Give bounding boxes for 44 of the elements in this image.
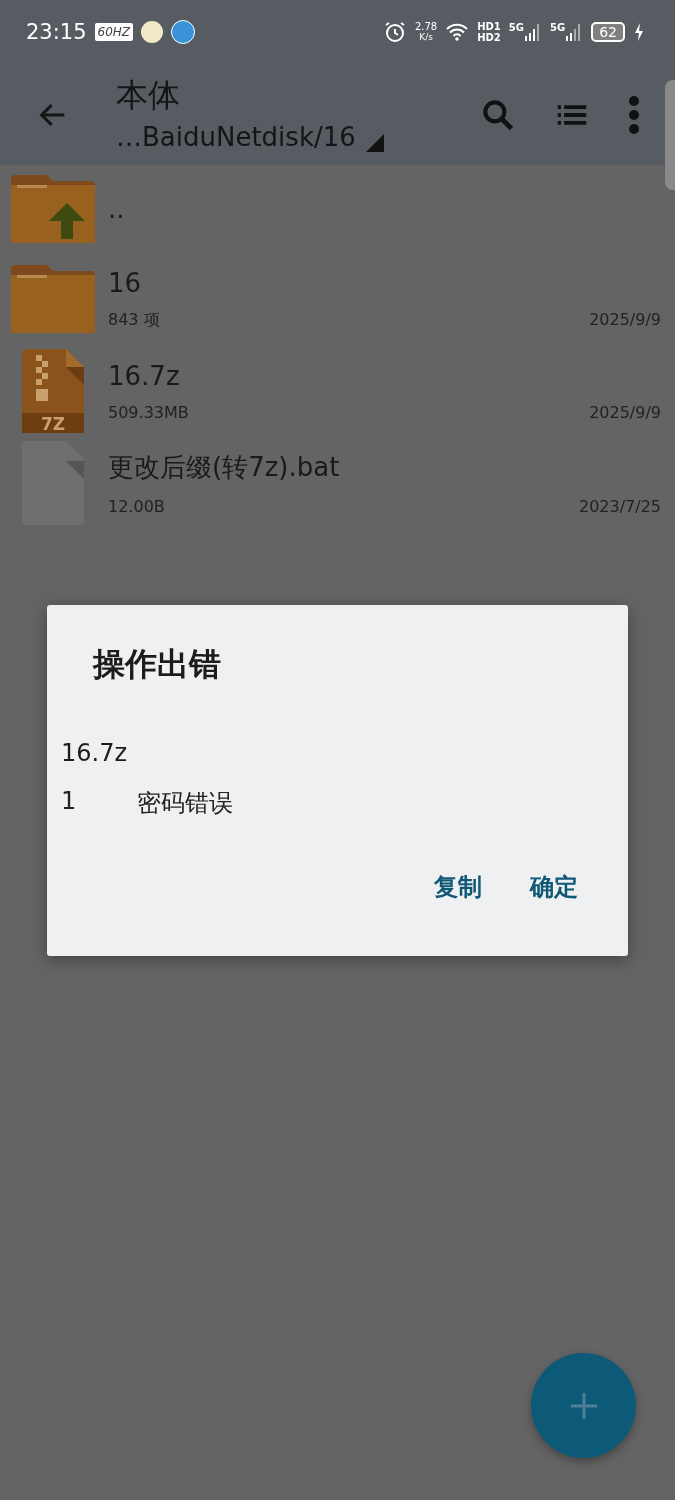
dialog-button[interactable]: 复制: [420, 863, 496, 911]
modified-date: 2025/9/9: [589, 309, 661, 331]
plus-icon: [568, 1390, 599, 1421]
hd-voice-label: HD2: [477, 32, 501, 43]
folder-up-icon: [11, 175, 95, 243]
toolbar-title: 本体: [116, 74, 181, 116]
app-notification-icon: [141, 21, 164, 43]
network-type-label: 5G: [550, 22, 566, 33]
file-detail: 843 项: [108, 309, 160, 331]
folder-path[interactable]: …BaiduNetdisk/16: [116, 121, 356, 152]
charging-bolt-icon: [633, 22, 645, 42]
network-speed-unit: K/s: [419, 32, 433, 43]
network-speed-value: 2.78: [414, 21, 438, 32]
archive-file-icon: 7Z: [22, 349, 84, 433]
signal-icon: [524, 22, 542, 42]
modified-date: 2023/7/25: [578, 497, 661, 516]
network-type-label: 5G: [508, 22, 524, 33]
battery-indicator: 62: [591, 22, 625, 42]
file-name: 更改后缀(转7z).bat: [108, 451, 341, 484]
file-detail: 509.33MB: [108, 402, 189, 422]
error-message: 密码错误: [137, 788, 233, 819]
document-file-icon: [22, 441, 84, 525]
modified-date: 2025/9/9: [589, 402, 661, 422]
file-list-item[interactable]: 更改后缀(转7z).bat 12.00B 2023/7/25: [0, 437, 675, 529]
hd-voice-label: HD1: [477, 21, 501, 32]
scroll-handle[interactable]: [665, 80, 675, 190]
file-detail: 12.00B: [108, 497, 165, 516]
error-file-name: 16.7z: [61, 739, 129, 767]
dialog-button[interactable]: 确定: [516, 863, 592, 911]
file-name: 16: [108, 267, 143, 298]
folder-icon: [11, 265, 95, 333]
file-list-item[interactable]: 16 843 项 2025/9/9: [0, 253, 675, 345]
file-list-item[interactable]: 7Z 16.7z 509.33MB 2025/9/9: [0, 345, 675, 437]
refresh-rate-badge: 60HZ: [94, 23, 134, 41]
more-options-icon[interactable]: [627, 94, 641, 135]
dialog-title: 操作出错: [91, 644, 222, 685]
clock-time: 23:15: [26, 20, 87, 44]
file-name: ..: [108, 194, 126, 224]
dropdown-triangle-icon[interactable]: [365, 133, 384, 152]
wifi-icon: [445, 22, 470, 42]
error-code: 1: [61, 787, 78, 817]
file-list-item[interactable]: ..: [0, 165, 675, 253]
file-name: 16.7z: [108, 360, 181, 391]
cloud-app-icon: [171, 20, 196, 44]
